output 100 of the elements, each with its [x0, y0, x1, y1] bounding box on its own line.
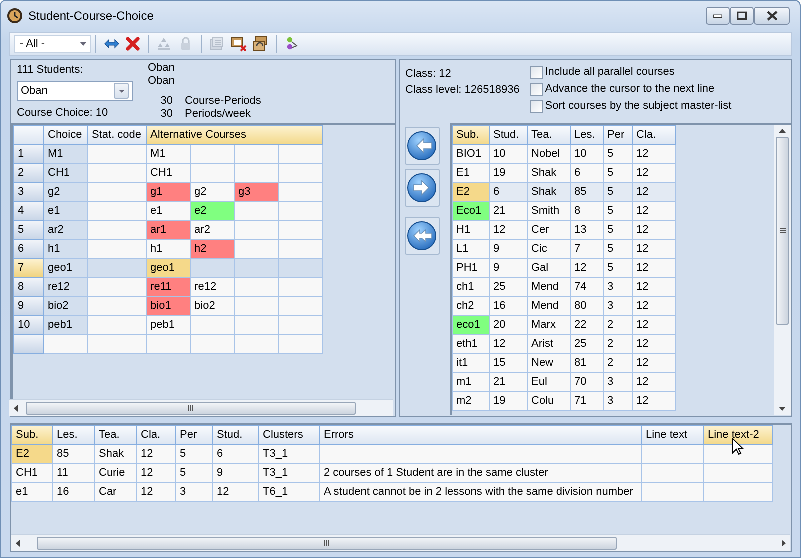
option-checkbox[interactable]: Sort courses by the subject master-list: [530, 98, 732, 115]
option-checkbox[interactable]: Include all parallel courses: [530, 64, 732, 81]
table-cell: 10: [489, 144, 527, 164]
filter-dropdown[interactable]: - All -: [14, 35, 91, 53]
table-cell: it1: [452, 354, 489, 372]
table-cell: 12: [632, 258, 675, 278]
table-cell: [642, 464, 704, 482]
column-header[interactable]: Per: [176, 426, 212, 444]
table-cell: 5: [603, 240, 632, 258]
double-arrow-left-icon: [406, 220, 438, 252]
table-cell: [234, 144, 278, 164]
column-header[interactable]: Tea.: [527, 126, 570, 144]
column-header[interactable]: Per: [603, 126, 632, 144]
caret-icon: [118, 88, 126, 94]
column-header[interactable]: Line text: [642, 426, 704, 444]
table-cell: 25: [489, 278, 527, 296]
column-header[interactable]: Line text-2: [704, 426, 772, 444]
table-cell: E2: [12, 444, 52, 464]
column-header[interactable]: Stud.: [212, 426, 258, 444]
table-cell: [88, 258, 146, 278]
table-cell: 12: [136, 464, 176, 482]
column-header[interactable]: Sub.: [452, 126, 489, 144]
double-arrow-left-button[interactable]: [404, 217, 440, 255]
close-button[interactable]: [754, 7, 790, 25]
table-cell: [88, 164, 146, 182]
column-header[interactable]: Stat. code: [88, 126, 146, 144]
table-cell: [642, 444, 704, 464]
row-number[interactable]: 3: [14, 182, 44, 202]
row-number[interactable]: 5: [14, 220, 44, 240]
table-cell: eth1: [452, 334, 489, 354]
table-cell: 12: [632, 296, 675, 316]
table-cell: Curie: [94, 464, 136, 482]
column-header[interactable]: Les.: [570, 126, 603, 144]
row-number[interactable]: 9: [14, 296, 44, 316]
stat-value: 30: [160, 95, 173, 108]
table-cell: 85: [52, 444, 94, 464]
table-cell: 2: [603, 316, 632, 334]
option-checkbox[interactable]: Advance the cursor to the next line: [530, 81, 732, 98]
row-number[interactable]: 7: [14, 258, 44, 278]
row-number[interactable]: 6: [14, 240, 44, 258]
column-header[interactable]: Sub.: [12, 426, 52, 444]
column-header[interactable]: Errors: [320, 426, 642, 444]
column-header[interactable]: Stud.: [489, 126, 527, 144]
table-cell: 22: [570, 316, 603, 334]
horizontal-scrollbar[interactable]: [9, 399, 393, 416]
table-cell: re12: [44, 278, 88, 296]
table-cell: [234, 316, 278, 334]
table-cell: Shak: [94, 444, 136, 464]
table-cell: peb1: [146, 316, 190, 334]
scroll-left-icon: [16, 540, 20, 546]
column-header[interactable]: Alternative Courses: [146, 126, 322, 144]
arrow-right-button[interactable]: [404, 169, 440, 207]
table-cell: CH1: [146, 164, 190, 182]
row-number[interactable]: 1: [14, 144, 44, 164]
table-cell: Arist: [527, 334, 570, 354]
table-cell: m2: [452, 392, 489, 410]
column-header[interactable]: Cla.: [632, 126, 675, 144]
table-cell: T3_1: [258, 444, 320, 464]
student-dropdown[interactable]: Oban: [17, 81, 133, 102]
table-cell: 12: [632, 144, 675, 164]
table-cell: [146, 334, 190, 354]
column-header[interactable]: Choice: [44, 126, 88, 144]
table-cell: L1: [452, 240, 489, 258]
row-number[interactable]: 10: [14, 316, 44, 334]
table-cell: [44, 334, 88, 354]
table-cell: [88, 240, 146, 258]
column-header[interactable]: Les.: [52, 426, 94, 444]
table-cell: [190, 334, 234, 354]
column-header[interactable]: Clusters: [258, 426, 320, 444]
table-cell: 12: [632, 164, 675, 182]
table-cell: g2: [44, 182, 88, 202]
row-number[interactable]: 8: [14, 278, 44, 296]
table-cell: 2 courses of 1 Student are in the same cluster: [320, 464, 642, 482]
table-cell: 12: [632, 316, 675, 334]
row-number[interactable]: 4: [14, 202, 44, 220]
table-cell: [88, 334, 146, 354]
table-cell: peb1: [44, 316, 88, 334]
table-cell: [278, 144, 322, 164]
table-cell: re11: [146, 278, 190, 296]
table-cell: 10: [570, 144, 603, 164]
row-number[interactable]: 2: [14, 164, 44, 182]
table-cell: 6: [489, 182, 527, 202]
arrow-left-button[interactable]: [404, 127, 440, 165]
vertical-scrollbar[interactable]: [774, 125, 791, 415]
table-cell: geo1: [44, 258, 88, 278]
table-cell: Nobel: [527, 144, 570, 164]
table-cell: T3_1: [258, 464, 320, 482]
table-cell: [88, 144, 146, 164]
minimize-button[interactable]: [706, 7, 730, 25]
table-cell: M1: [146, 144, 190, 164]
minimize-icon: [713, 14, 723, 18]
table-cell: CH1: [12, 464, 52, 482]
scroll-down-icon: [779, 407, 786, 411]
scroll-left-icon: [14, 404, 18, 412]
stat-value: 30: [160, 108, 173, 121]
table-cell: h2: [190, 240, 234, 258]
column-header[interactable]: Cla.: [136, 426, 176, 444]
column-header[interactable]: Tea.: [94, 426, 136, 444]
horizontal-scrollbar[interactable]: [11, 534, 790, 551]
maximize-button[interactable]: [730, 7, 754, 25]
